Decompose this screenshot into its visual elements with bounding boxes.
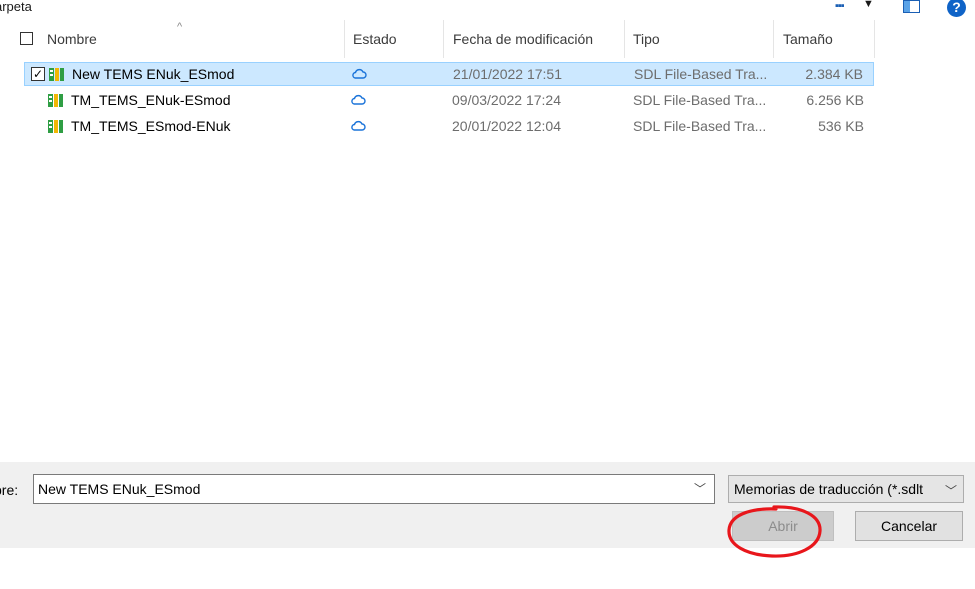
filename-input[interactable] [38,479,678,499]
column-type[interactable]: Tipo [633,31,660,47]
select-all-checkbox[interactable] [20,32,33,45]
cloud-icon [351,94,366,105]
column-name[interactable]: Nombre [47,31,97,47]
file-date: 20/01/2022 12:04 [452,118,561,134]
file-row[interactable]: ✓ New TEMS ENuk_ESmod 21/01/2022 17:51 S… [24,62,874,86]
file-type: SDL File-Based Tra... [633,118,767,134]
file-size: 2.384 KB [805,66,863,82]
chevron-down-icon[interactable]: ﹀ [945,482,957,499]
file-name: TM_TEMS_ESmod-ENuk [71,118,231,134]
column-divider[interactable] [773,20,774,58]
file-size: 536 KB [818,118,864,134]
help-icon[interactable]: ? [947,0,966,17]
column-header: Nombre ^ Estado Fecha de modificación Ti… [0,20,975,60]
folder-title: arpeta [0,0,32,14]
file-date: 09/03/2022 17:24 [452,92,561,108]
file-name: TM_TEMS_ENuk-ESmod [71,92,231,108]
chevron-down-icon[interactable]: ﹀ [694,480,706,497]
column-divider[interactable] [344,20,345,58]
cloud-icon [351,120,366,131]
open-button[interactable]: Abrir [732,511,834,541]
sort-caret-icon: ^ [177,21,183,33]
file-date: 21/01/2022 17:51 [453,66,562,82]
column-divider[interactable] [443,20,444,58]
file-row[interactable]: TM_TEMS_ESmod-ENuk 20/01/2022 12:04 SDL … [24,115,874,139]
column-status[interactable]: Estado [353,31,397,47]
filename-combobox[interactable]: ﹀ [33,474,715,504]
sdl-tm-file-icon [49,68,64,81]
file-type-filter[interactable]: Memorias de traducción (*.sdlt ﹀ [728,475,964,503]
column-divider[interactable] [624,20,625,58]
cloud-icon [352,68,367,79]
preview-pane-icon[interactable] [903,0,920,13]
view-dropdown-icon[interactable]: ▼ [863,0,874,10]
column-size[interactable]: Tamaño [783,31,833,47]
file-type: SDL File-Based Tra... [634,66,768,82]
column-modified[interactable]: Fecha de modificación [453,31,593,47]
file-type: SDL File-Based Tra... [633,92,767,108]
view-options-icon[interactable]: ▪▪▪ [835,0,845,12]
sdl-tm-file-icon [48,94,63,107]
filename-label: bre: [0,482,19,498]
file-size: 6.256 KB [806,92,864,108]
row-checkbox[interactable]: ✓ [31,67,45,81]
file-row[interactable]: TM_TEMS_ENuk-ESmod 09/03/2022 17:24 SDL … [24,89,874,113]
cancel-button[interactable]: Cancelar [855,511,963,541]
filter-value: Memorias de traducción (*.sdlt [734,481,924,497]
column-divider[interactable] [874,20,875,58]
file-name: New TEMS ENuk_ESmod [72,66,235,82]
dialog-toolbar: arpeta ▪▪▪ ▼ ? [0,0,975,20]
dialog-footer: bre: ﹀ Memorias de traducción (*.sdlt ﹀ … [0,462,975,548]
sdl-tm-file-icon [48,120,63,133]
